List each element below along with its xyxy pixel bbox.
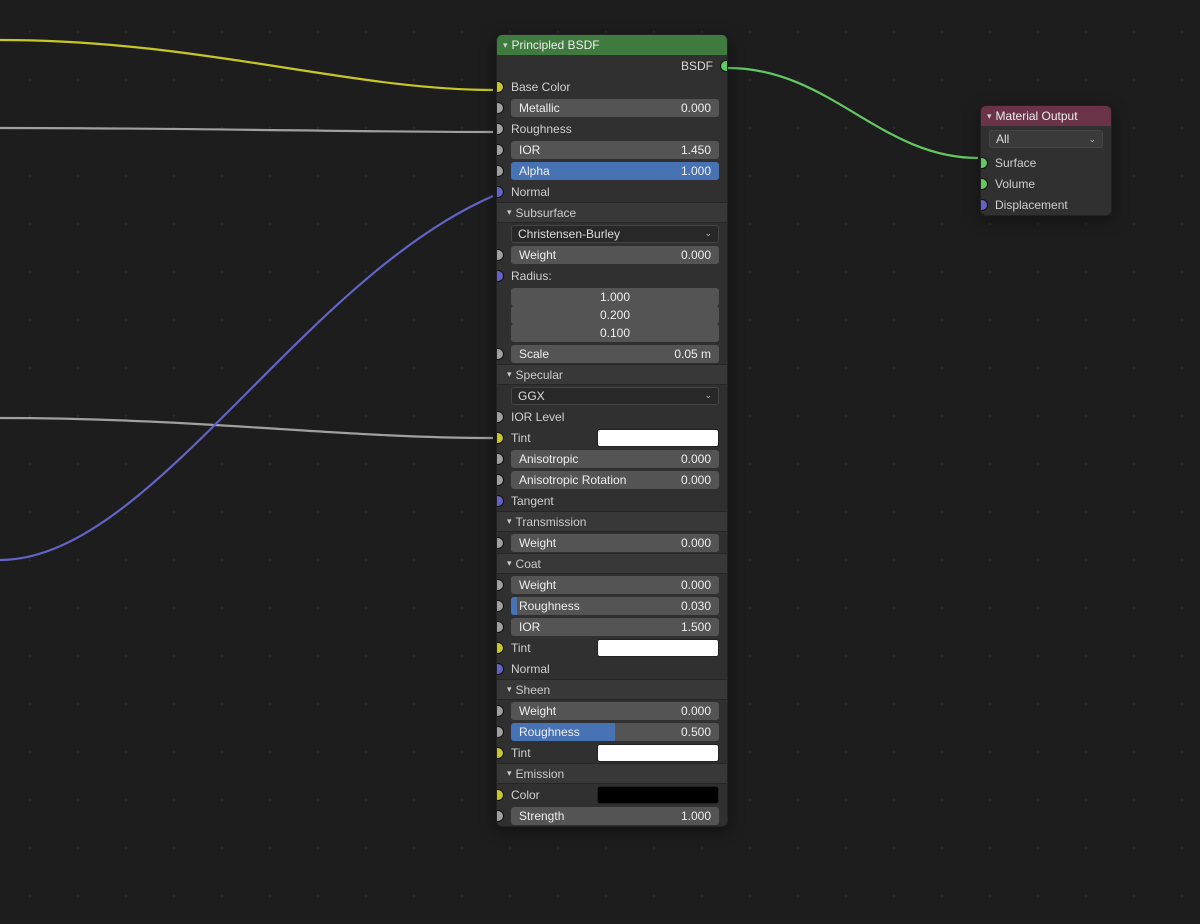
node-title: Material Output: [996, 109, 1078, 123]
input-sheen-roughness[interactable]: Roughness 0.500: [497, 721, 727, 742]
chevron-down-icon: ▾: [507, 369, 512, 380]
chevron-down-icon: ▾: [507, 684, 512, 695]
input-ior-level[interactable]: IOR Level: [497, 406, 727, 427]
input-tangent[interactable]: Tangent: [497, 490, 727, 511]
node-header[interactable]: ▾ Principled BSDF: [497, 35, 727, 55]
dropdown-sss-method[interactable]: Christensen-Burley ⌄: [497, 223, 727, 244]
input-surface[interactable]: Surface: [981, 152, 1111, 173]
input-transmission-weight[interactable]: Weight 0.000: [497, 532, 727, 553]
node-title: Principled BSDF: [512, 38, 600, 52]
section-subsurface[interactable]: ▾ Subsurface: [497, 202, 727, 223]
chevron-down-icon: ▾: [503, 40, 508, 51]
chevron-down-icon: ▾: [507, 558, 512, 569]
color-swatch[interactable]: [597, 786, 719, 804]
section-transmission[interactable]: ▾ Transmission: [497, 511, 727, 532]
input-coat-roughness[interactable]: Roughness 0.030: [497, 595, 727, 616]
input-spec-tint[interactable]: Tint: [497, 427, 727, 448]
dropdown-spec-dist[interactable]: GGX ⌄: [497, 385, 727, 406]
input-ior[interactable]: IOR 1.450: [497, 139, 727, 160]
input-metallic[interactable]: Metallic 0.000: [497, 97, 727, 118]
input-coat-ior[interactable]: IOR 1.500: [497, 616, 727, 637]
color-swatch[interactable]: [597, 639, 719, 657]
input-sss-weight[interactable]: Weight 0.000: [497, 244, 727, 265]
input-sheen-tint[interactable]: Tint: [497, 742, 727, 763]
input-coat-tint[interactable]: Tint: [497, 637, 727, 658]
input-volume[interactable]: Volume: [981, 173, 1111, 194]
input-sss-scale[interactable]: Scale 0.05 m: [497, 343, 727, 364]
input-alpha[interactable]: Alpha 1.000: [497, 160, 727, 181]
chevron-down-icon: ▾: [507, 207, 512, 218]
input-emission-strength[interactable]: Strength 1.000: [497, 805, 727, 826]
section-emission[interactable]: ▾ Emission: [497, 763, 727, 784]
dropdown-output-target[interactable]: All ⌄: [989, 130, 1103, 148]
chevron-down-icon: ⌄: [704, 390, 712, 401]
color-swatch[interactable]: [597, 744, 719, 762]
sss-radius-z[interactable]: 0.100: [497, 322, 727, 343]
input-roughness[interactable]: Roughness: [497, 118, 727, 139]
input-anisotropic[interactable]: Anisotropic 0.000: [497, 448, 727, 469]
section-specular[interactable]: ▾ Specular: [497, 364, 727, 385]
chevron-down-icon: ▾: [987, 111, 992, 122]
input-base-color[interactable]: Base Color: [497, 76, 727, 97]
chevron-down-icon: ▾: [507, 516, 512, 527]
node-principled-bsdf[interactable]: ▾ Principled BSDF BSDF Base Color Metall…: [496, 34, 728, 827]
input-anisotropic-rotation[interactable]: Anisotropic Rotation 0.000: [497, 469, 727, 490]
node-material-output[interactable]: ▾ Material Output All ⌄ Surface Volume D…: [980, 105, 1112, 216]
input-coat-weight[interactable]: Weight 0.000: [497, 574, 727, 595]
input-sss-radius[interactable]: Radius:: [497, 265, 727, 286]
input-emission-color[interactable]: Color: [497, 784, 727, 805]
section-coat[interactable]: ▾ Coat: [497, 553, 727, 574]
chevron-down-icon: ⌄: [704, 228, 712, 239]
chevron-down-icon: ▾: [507, 768, 512, 779]
node-header[interactable]: ▾ Material Output: [981, 106, 1111, 126]
slider-alpha[interactable]: Alpha 1.000: [511, 162, 719, 180]
input-displacement[interactable]: Displacement: [981, 194, 1111, 215]
chevron-down-icon: ⌄: [1088, 134, 1096, 145]
slider-metallic[interactable]: Metallic 0.000: [511, 99, 719, 117]
output-socket-bsdf[interactable]: BSDF: [497, 55, 727, 76]
slider-ior[interactable]: IOR 1.450: [511, 141, 719, 159]
color-swatch[interactable]: [597, 429, 719, 447]
section-sheen[interactable]: ▾ Sheen: [497, 679, 727, 700]
input-normal[interactable]: Normal: [497, 181, 727, 202]
input-coat-normal[interactable]: Normal: [497, 658, 727, 679]
input-sheen-weight[interactable]: Weight 0.000: [497, 700, 727, 721]
